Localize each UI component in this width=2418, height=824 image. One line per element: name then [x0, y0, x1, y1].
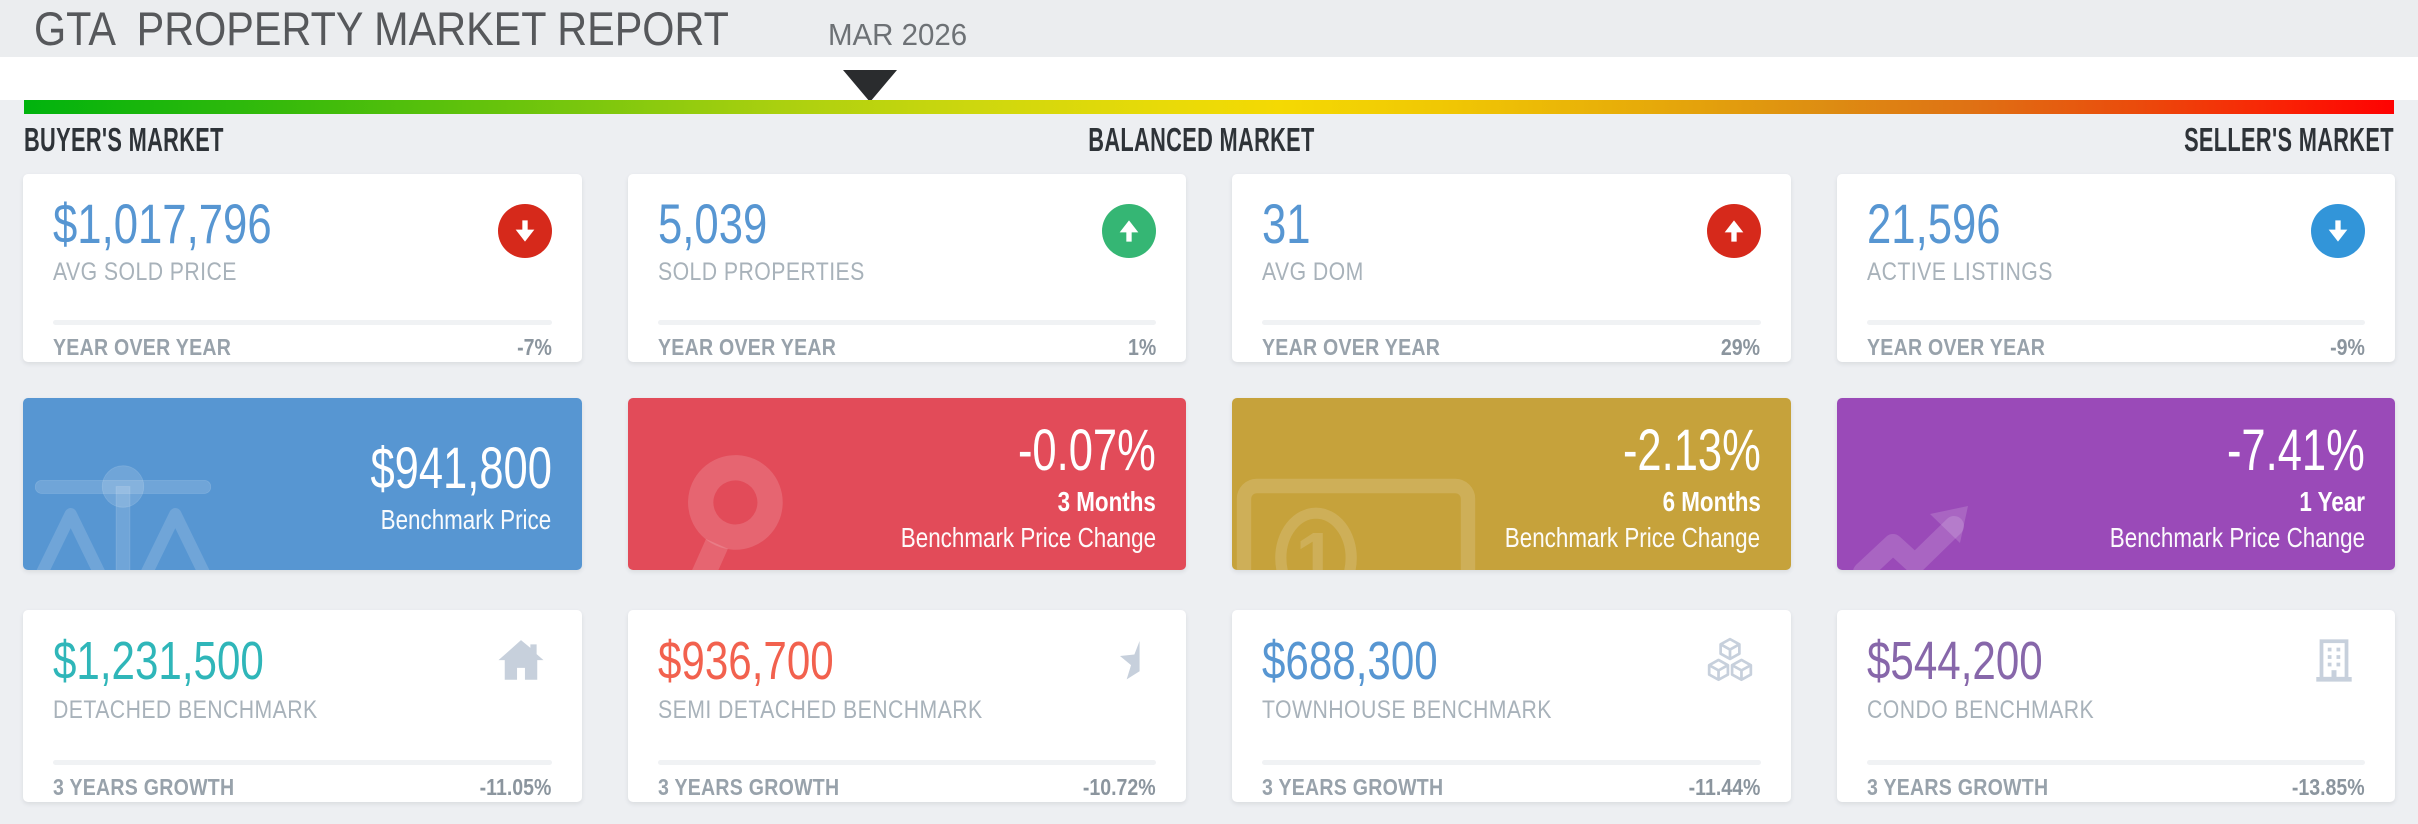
- stat-footer: YEAR OVER YEAR -7%: [53, 334, 552, 361]
- semi-detached-home-icon: [1100, 636, 1150, 686]
- report-title-text: GTA PROPERTY MARKET REPORT: [34, 1, 729, 56]
- stat-value: 21,596: [1867, 192, 2001, 256]
- footer-value: 29%: [1721, 334, 1760, 361]
- benchmark-value: -7.41%: [2227, 419, 2365, 484]
- property-value: $936,700: [658, 630, 834, 692]
- header: GTA PROPERTY MARKET REPORT MAR 2026: [0, 0, 2418, 57]
- semi-detached-benchmark-card: $936,700 SEMI DETACHED BENCHMARK 3 YEARS…: [628, 610, 1187, 802]
- stat-footer: YEAR OVER YEAR 29%: [1262, 334, 1761, 361]
- benchmark-change-1y-card: -7.41% 1 Year Benchmark Price Change: [1837, 398, 2396, 570]
- report-date: MAR 2026: [828, 17, 967, 53]
- gauge-band: [0, 57, 2418, 100]
- arrow-down-circle-icon: [2311, 204, 2365, 258]
- stat-label: AVG SOLD PRICE: [53, 258, 237, 287]
- property-label: CONDO BENCHMARK: [1867, 696, 2094, 725]
- divider: [1867, 760, 2366, 765]
- property-label: SEMI DETACHED BENCHMARK: [658, 696, 983, 725]
- gta-market-report-page: GTA PROPERTY MARKET REPORT MAR 2026 BUYE…: [0, 0, 2418, 824]
- benchmark-period: 3 Months: [1058, 484, 1156, 521]
- gauge-labels: BUYER'S MARKET BALANCED MARKET SELLER'S …: [24, 121, 2394, 159]
- benchmark-change-3m-card: -0.07% 3 Months Benchmark Price Change: [628, 398, 1187, 570]
- stat-footer: YEAR OVER YEAR 1%: [658, 334, 1157, 361]
- property-benchmark-row: $1,231,500 DETACHED BENCHMARK 3 YEARS GR…: [23, 610, 2395, 802]
- page-title: GTA PROPERTY MARKET REPORT MAR 2026: [34, 1, 974, 56]
- trend-up-icon: [1849, 488, 1989, 570]
- stat-card-avg-sold-price: $1,017,796 AVG SOLD PRICE YEAR OVER YEAR…: [23, 174, 582, 362]
- benchmark-change-6m-card: 1 -2.13% 6 Months Benchmark Price Change: [1232, 398, 1791, 570]
- footer-label: YEAR OVER YEAR: [53, 334, 231, 361]
- property-footer: 3 YEARS GROWTH -10.72%: [658, 774, 1157, 801]
- gauge-marker-icon: [843, 70, 897, 102]
- divider: [53, 760, 552, 765]
- divider: [1262, 760, 1761, 765]
- property-footer: 3 YEARS GROWTH -11.05%: [53, 774, 552, 801]
- cubes-icon: [1705, 636, 1755, 686]
- building-icon: [2309, 636, 2359, 686]
- divider: [1262, 320, 1761, 325]
- stat-card-active-listings: 21,596 ACTIVE LISTINGS YEAR OVER YEAR -9…: [1837, 174, 2396, 362]
- property-footer: 3 YEARS GROWTH -13.85%: [1867, 774, 2366, 801]
- footer-label: 3 YEARS GROWTH: [1262, 774, 1443, 801]
- divider: [658, 760, 1157, 765]
- benchmark-label: Benchmark Price: [381, 502, 552, 539]
- benchmark-value: -0.07%: [1018, 419, 1156, 484]
- property-value: $544,200: [1867, 630, 2043, 692]
- arrow-up-circle-icon: [1102, 204, 1156, 258]
- divider: [53, 320, 552, 325]
- benchmark-period: 6 Months: [1662, 484, 1760, 521]
- benchmark-value: -2.13%: [1623, 419, 1761, 484]
- footer-value: -11.44%: [1689, 774, 1761, 801]
- buyers-market-label: BUYER'S MARKET: [24, 121, 224, 159]
- stat-footer: YEAR OVER YEAR -9%: [1867, 334, 2366, 361]
- stat-card-sold-properties: 5,039 SOLD PROPERTIES YEAR OVER YEAR 1%: [628, 174, 1187, 362]
- benchmark-price-card: $941,800 Benchmark Price: [23, 398, 582, 570]
- benchmark-row: $941,800 Benchmark Price -0.07% 3 Months…: [23, 398, 2395, 570]
- footer-label: 3 YEARS GROWTH: [658, 774, 839, 801]
- divider: [1867, 320, 2366, 325]
- stat-value: $1,017,796: [53, 192, 272, 256]
- benchmark-label: Benchmark Price Change: [901, 520, 1156, 557]
- home-icon: [496, 636, 546, 686]
- townhouse-benchmark-card: $688,300 TOWNHOUSE BENCHMARK 3 YEARS GRO…: [1232, 610, 1791, 802]
- footer-label: 3 YEARS GROWTH: [53, 774, 234, 801]
- stats-row: $1,017,796 AVG SOLD PRICE YEAR OVER YEAR…: [23, 174, 2395, 362]
- scales-icon: [23, 450, 223, 570]
- property-label: DETACHED BENCHMARK: [53, 696, 318, 725]
- detached-benchmark-card: $1,231,500 DETACHED BENCHMARK 3 YEARS GR…: [23, 610, 582, 802]
- money-bill-icon: 1: [1236, 478, 1476, 570]
- balanced-market-label: BALANCED MARKET: [1088, 121, 1314, 159]
- condo-benchmark-card: $544,200 CONDO BENCHMARK 3 YEARS GROWTH …: [1837, 610, 2396, 802]
- property-value: $688,300: [1262, 630, 1438, 692]
- stat-card-avg-dom: 31 AVG DOM YEAR OVER YEAR 29%: [1232, 174, 1791, 362]
- stat-value: 5,039: [658, 192, 767, 256]
- gauge-bar: [24, 100, 2394, 114]
- property-label: TOWNHOUSE BENCHMARK: [1262, 696, 1552, 725]
- footer-value: -11.05%: [480, 774, 552, 801]
- footer-value: -10.72%: [1083, 774, 1156, 801]
- footer-value: -7%: [517, 334, 552, 361]
- arrow-down-circle-icon: [498, 204, 552, 258]
- property-value: $1,231,500: [53, 630, 264, 692]
- footer-value: -9%: [2330, 334, 2365, 361]
- property-footer: 3 YEARS GROWTH -11.44%: [1262, 774, 1761, 801]
- stat-value: 31: [1262, 192, 1311, 256]
- benchmark-label: Benchmark Price Change: [2110, 520, 2365, 557]
- stat-label: ACTIVE LISTINGS: [1867, 258, 2053, 287]
- footer-label: YEAR OVER YEAR: [1867, 334, 2045, 361]
- key-icon: [644, 448, 804, 570]
- arrow-up-circle-icon: [1707, 204, 1761, 258]
- benchmark-period: 1 Year: [2299, 484, 2365, 521]
- sellers-market-label: SELLER'S MARKET: [2184, 121, 2394, 159]
- benchmark-label: Benchmark Price Change: [1505, 520, 1760, 557]
- benchmark-value: $941,800: [370, 437, 551, 502]
- footer-value: 1%: [1128, 334, 1156, 361]
- svg-text:1: 1: [1296, 517, 1337, 570]
- stat-label: SOLD PROPERTIES: [658, 258, 865, 287]
- stat-label: AVG DOM: [1262, 258, 1364, 287]
- divider: [658, 320, 1157, 325]
- footer-label: 3 YEARS GROWTH: [1867, 774, 2048, 801]
- footer-label: YEAR OVER YEAR: [1262, 334, 1440, 361]
- footer-value: -13.85%: [2292, 774, 2365, 801]
- footer-label: YEAR OVER YEAR: [658, 334, 836, 361]
